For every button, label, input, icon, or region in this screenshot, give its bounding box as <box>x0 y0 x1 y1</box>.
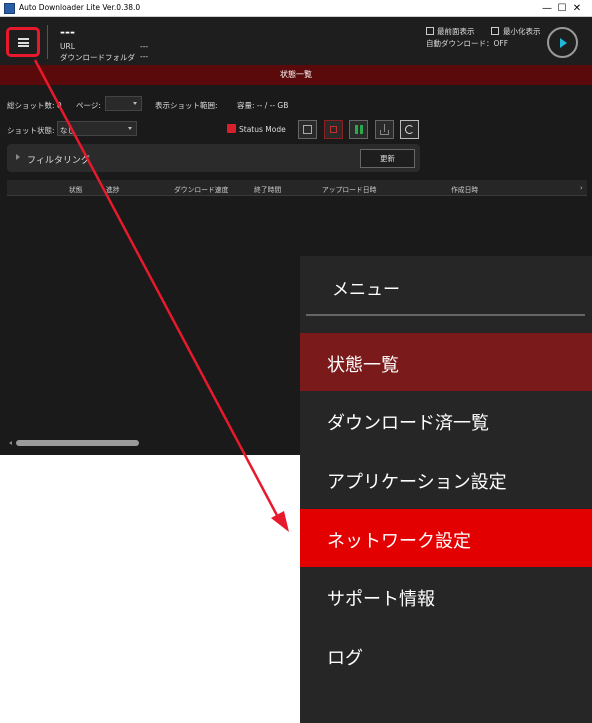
header-divider <box>47 25 48 59</box>
menu-item-label: ログ <box>327 648 363 669</box>
topmost-label: 最前面表示 <box>437 27 475 36</box>
table-header: 状態 進捗 ダウンロード速度 終了時間 アップロード日時 作成日時 › <box>7 180 587 196</box>
shot-state-select[interactable]: なし <box>57 121 137 136</box>
menu-item-label: アプリケーション設定 <box>327 472 507 493</box>
menu-panel: メニュー 状態一覧 ダウンロード済一覧 アプリケーション設定 ネットワーク設定 … <box>300 256 592 723</box>
annotation-arrow-head <box>271 511 289 532</box>
menu-item-support-info[interactable]: サポート情報 <box>300 567 592 625</box>
menu-item-network-settings[interactable]: ネットワーク設定 <box>300 509 592 567</box>
menu-item-label: 状態一覧 <box>327 355 399 376</box>
play-icon[interactable] <box>547 27 578 58</box>
minimized-checkbox[interactable] <box>491 27 499 35</box>
update-button[interactable]: 更新 <box>360 149 415 168</box>
topmost-checkbox[interactable] <box>426 27 434 35</box>
shot-state-value: なし <box>60 126 75 135</box>
url-value: --- <box>140 42 149 51</box>
menu-item-status-list[interactable]: 状態一覧 <box>300 333 592 391</box>
page-label: ページ: <box>76 101 101 110</box>
minimized-label: 最小化表示 <box>503 27 541 36</box>
status-mode-checkbox[interactable] <box>227 124 236 133</box>
column-header[interactable]: アップロード日時 <box>322 184 376 194</box>
app-icon <box>4 3 15 14</box>
column-header[interactable]: 状態 <box>69 184 83 194</box>
url-label: URL <box>60 42 75 51</box>
menu-divider <box>306 314 585 316</box>
menu-item-app-settings[interactable]: アプリケーション設定 <box>300 450 592 508</box>
menu-button[interactable] <box>6 27 40 57</box>
download-icon[interactable] <box>375 120 394 139</box>
menu-item-label: サポート情報 <box>327 589 435 610</box>
scroll-left-icon[interactable] <box>9 441 12 445</box>
page-select[interactable] <box>105 96 142 111</box>
menu-heading: メニュー <box>332 280 400 300</box>
pause-icon[interactable] <box>349 120 368 139</box>
close-button[interactable]: ✕ <box>562 0 592 17</box>
menu-item-label: ダウンロード済一覧 <box>327 413 489 434</box>
stop-icon[interactable] <box>324 120 343 139</box>
filter-label: フィルタリング <box>27 156 90 166</box>
chevron-right-icon <box>16 154 20 160</box>
chevron-down-icon <box>128 127 132 130</box>
scrollbar-thumb[interactable] <box>16 440 139 446</box>
column-header[interactable]: ダウンロード速度 <box>174 184 228 194</box>
column-more: › <box>580 184 583 192</box>
range-label: 表示ショット範囲: <box>155 101 218 110</box>
app-header: --- URL --- ダウンロードフォルダ --- 最前面表示 最小化表示 自… <box>0 17 592 65</box>
filter-bar[interactable]: フィルタリング <box>7 144 420 172</box>
menu-item-log[interactable]: ログ <box>300 626 592 684</box>
job-title: --- <box>60 25 75 39</box>
chevron-down-icon <box>133 102 137 105</box>
folder-label: ダウンロードフォルダ <box>60 53 135 62</box>
menu-item-label: ネットワーク設定 <box>327 531 471 552</box>
auto-download-status: 自動ダウンロード：OFF <box>426 39 509 48</box>
column-header[interactable]: 作成日時 <box>451 184 478 194</box>
title-bar: Auto Downloader Lite Ver.0.38.0 — ☐ ✕ <box>0 0 592 17</box>
folder-value: --- <box>140 52 149 61</box>
capacity-label: 容量: -- / -- GB <box>237 101 289 110</box>
column-header[interactable]: 進捗 <box>106 184 120 194</box>
status-mode-label: Status Mode <box>239 125 286 134</box>
total-shots-label: 総ショット数: 0 <box>7 101 62 110</box>
refresh-icon[interactable] <box>400 120 419 139</box>
column-header[interactable]: 終了時間 <box>254 184 281 194</box>
shot-state-label: ショット状態: <box>7 126 55 135</box>
menu-item-downloaded-list[interactable]: ダウンロード済一覧 <box>300 391 592 449</box>
hamburger-icon <box>18 38 29 47</box>
window-title: Auto Downloader Lite Ver.0.38.0 <box>19 3 141 12</box>
status-list-bar: 状態一覧 <box>0 65 592 85</box>
film-icon[interactable] <box>298 120 317 139</box>
